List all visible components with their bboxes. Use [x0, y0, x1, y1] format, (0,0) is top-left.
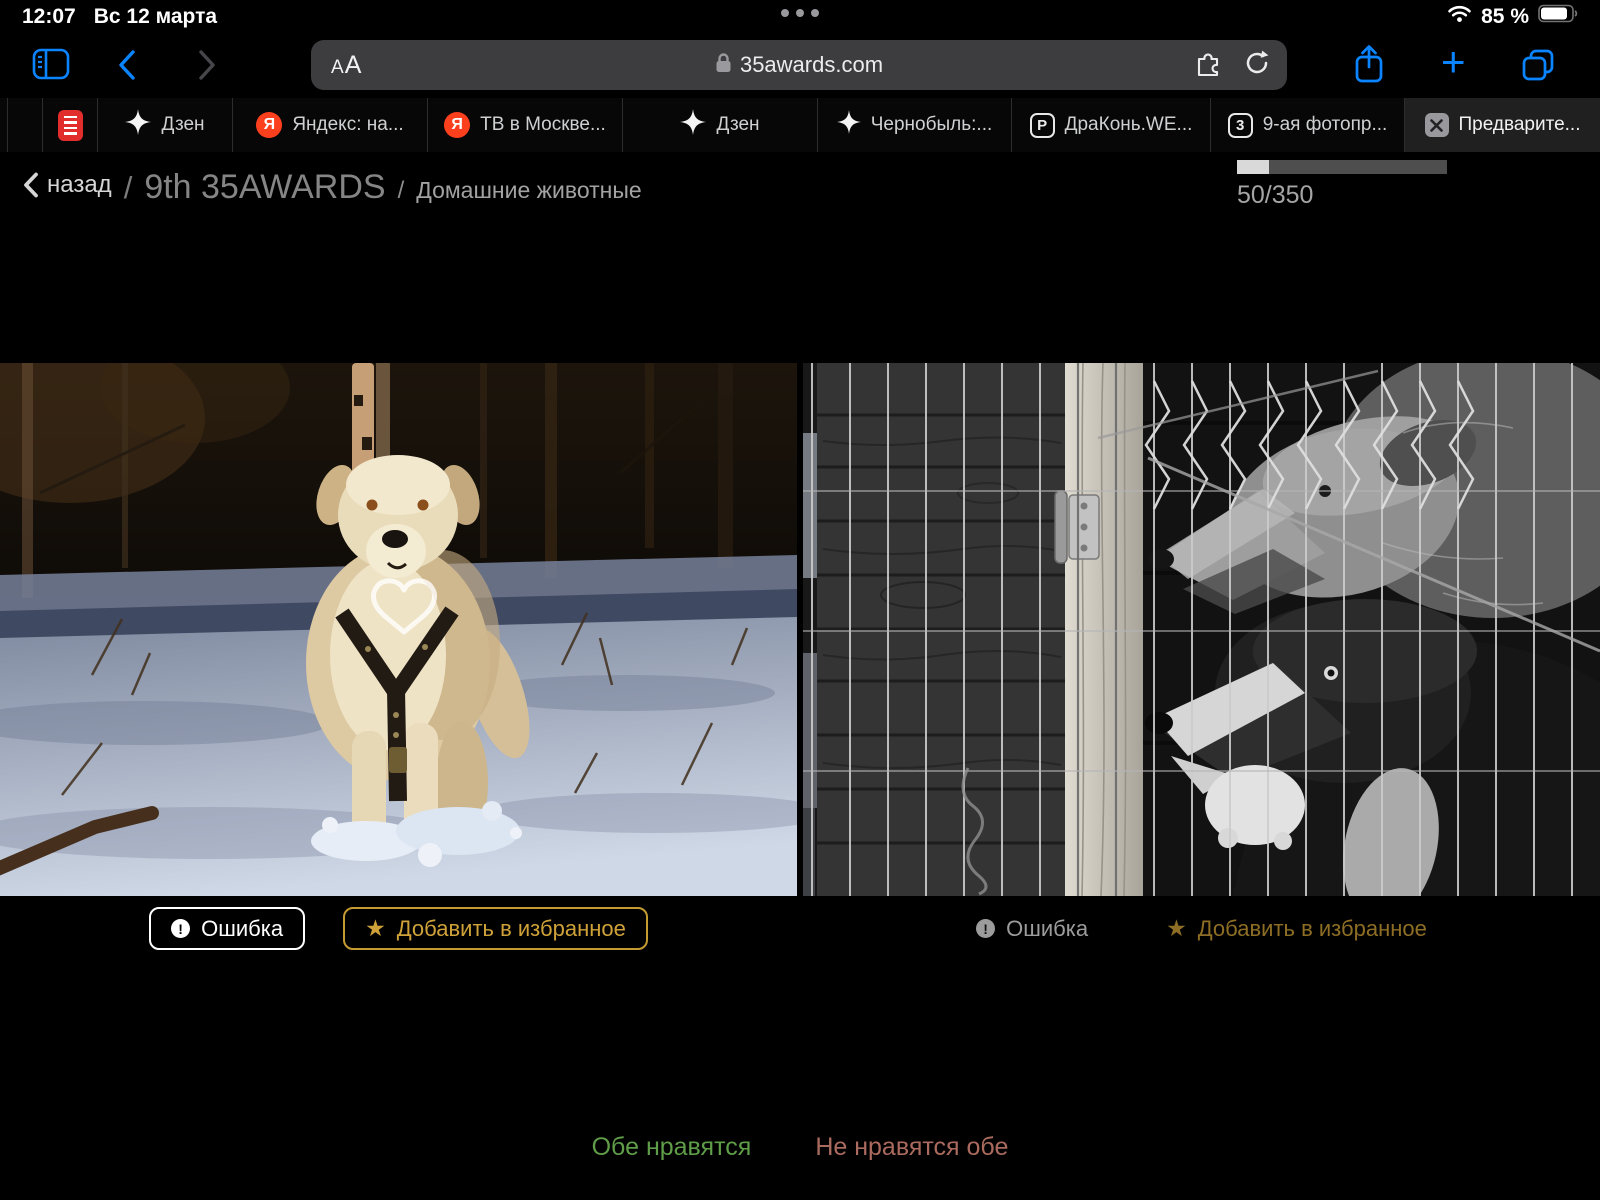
- sparkle-favicon: [680, 109, 706, 141]
- tab-label: ДраКонь.WE...: [1065, 114, 1193, 136]
- tab-chernobyl[interactable]: Чернобыль:...: [818, 98, 1012, 152]
- url-text: 35awards.com: [740, 52, 883, 78]
- photo-actions-row: ! Ошибка ★ Добавить в избранное ! Ошибка…: [0, 907, 1600, 950]
- tab-label: Дзен: [161, 114, 204, 136]
- back-link[interactable]: назад: [22, 171, 112, 199]
- safari-window: 12:07 Вс 12 марта 85 %: [0, 0, 1600, 1200]
- multitask-dots-icon[interactable]: [781, 9, 819, 17]
- share-button[interactable]: [1352, 43, 1386, 87]
- back-label: назад: [47, 171, 112, 199]
- clock: 12:07: [22, 5, 76, 29]
- error-label: Ошибка: [1006, 916, 1088, 942]
- progress-fill: [1237, 160, 1269, 174]
- exclamation-circle-icon: !: [976, 919, 995, 938]
- progress-label: 50/350: [1237, 181, 1447, 210]
- tab-tv-moskve[interactable]: Я ТВ в Москве...: [428, 98, 623, 152]
- tab-label: Чернобыль:...: [871, 114, 993, 136]
- tab-photocontest[interactable]: 3 9-ая фотопр...: [1211, 98, 1405, 152]
- tab-overview-button[interactable]: [1520, 47, 1556, 83]
- tab-dzen-2[interactable]: Дзен: [623, 98, 818, 152]
- tab-bar: Дзен Я Яндекс: на... Я ТВ в Москве... Дз…: [0, 98, 1600, 152]
- back-button[interactable]: [116, 49, 138, 81]
- status-bar: 12:07 Вс 12 марта 85 %: [0, 0, 1600, 33]
- right-photo-actions: ! Ошибка ★ Добавить в избранное: [803, 907, 1600, 950]
- status-date: Вс 12 марта: [94, 5, 217, 29]
- left-photo-actions: ! Ошибка ★ Добавить в избранное: [0, 907, 797, 950]
- dislike-both-link[interactable]: Не нравятся обе: [815, 1133, 1008, 1162]
- safari-toolbar: АА 35awards.com: [0, 33, 1600, 98]
- tab-label: Предварите...: [1459, 114, 1581, 136]
- star-icon: ★: [365, 917, 386, 940]
- p-badge-favicon: P: [1030, 113, 1055, 138]
- tab-dzen-1[interactable]: Дзен: [98, 98, 233, 152]
- tab-label: Яндекс: на...: [292, 114, 403, 136]
- sparkle-favicon: [837, 110, 861, 140]
- add-favorite-button-left[interactable]: ★ Добавить в избранное: [343, 907, 648, 950]
- tab-label: ТВ в Москве...: [480, 114, 606, 136]
- progress-track: [1237, 160, 1447, 174]
- tab-active-preview[interactable]: Предварите...: [1405, 98, 1600, 152]
- wifi-icon: [1447, 4, 1472, 29]
- error-button-left[interactable]: ! Ошибка: [149, 907, 305, 950]
- tab-partial-1[interactable]: [0, 98, 8, 152]
- red-document-favicon: [58, 110, 83, 141]
- address-bar[interactable]: АА 35awards.com: [311, 40, 1287, 90]
- vote-links: Обе нравятся Не нравятся обе: [0, 1133, 1600, 1162]
- reload-icon[interactable]: [1243, 49, 1271, 82]
- close-tab-icon[interactable]: [1425, 113, 1449, 137]
- breadcrumb-separator: /: [124, 170, 133, 206]
- extensions-puzzle-icon[interactable]: [1195, 49, 1223, 82]
- tab-red-doc[interactable]: [43, 98, 98, 152]
- fence-mesh: [812, 363, 1572, 896]
- three-badge-favicon: 3: [1228, 113, 1253, 138]
- like-both-link[interactable]: Обе нравятся: [592, 1133, 752, 1162]
- breadcrumb: назад / 9th 35AWARDS / Домашние животные: [22, 168, 642, 207]
- forward-button[interactable]: [196, 49, 218, 81]
- favorite-label: Добавить в избранное: [1198, 916, 1427, 942]
- add-favorite-button-right[interactable]: ★ Добавить в избранное: [1146, 907, 1447, 950]
- yandex-favicon: Я: [256, 112, 282, 138]
- error-button-right[interactable]: ! Ошибка: [956, 907, 1108, 950]
- tab-yandex-na[interactable]: Я Яндекс: на...: [233, 98, 428, 152]
- sparkle-favicon: [125, 109, 151, 141]
- voting-progress: 50/350: [1237, 160, 1447, 210]
- battery-percent: 85 %: [1481, 5, 1529, 29]
- tab-label: 9-ая фотопр...: [1263, 114, 1388, 136]
- sidebar-toggle-button[interactable]: [31, 46, 71, 82]
- photo-pair: [0, 363, 1600, 896]
- new-tab-button[interactable]: +: [1441, 44, 1466, 80]
- photo-left-dog-in-snow[interactable]: [0, 363, 797, 896]
- favorite-label: Добавить в избранное: [397, 916, 626, 942]
- photo-right-dogs-fence[interactable]: [803, 363, 1600, 896]
- exclamation-circle-icon: !: [171, 919, 190, 938]
- lock-icon: [715, 52, 732, 79]
- breadcrumb-separator: /: [398, 177, 405, 205]
- contest-title: 9th 35AWARDS: [144, 168, 385, 207]
- yandex-favicon: Я: [444, 112, 470, 138]
- battery-icon: [1538, 4, 1578, 29]
- tab-label: Дзен: [716, 114, 759, 136]
- star-icon: ★: [1166, 917, 1187, 940]
- tab-drakon[interactable]: P ДраКонь.WE...: [1012, 98, 1211, 152]
- tab-partial-2[interactable]: [8, 98, 43, 152]
- category-title: Домашние животные: [416, 177, 641, 204]
- error-label: Ошибка: [201, 916, 283, 942]
